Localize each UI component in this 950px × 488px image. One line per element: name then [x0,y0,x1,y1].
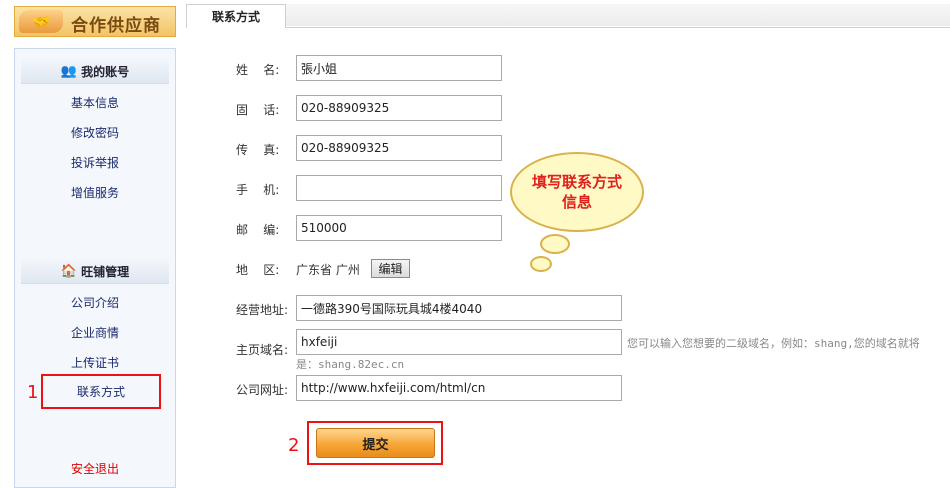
address-field[interactable] [296,295,622,321]
home-icon: 🏠 [60,263,78,279]
step-marker-2: 2 [288,435,300,456]
sidebar-item-contact[interactable]: 联系方式 [41,374,161,409]
sidebar-item-change-password[interactable]: 修改密码 [21,117,169,147]
name-field[interactable] [296,55,502,81]
sidebar-item-complaint[interactable]: 投诉举报 [21,147,169,177]
website-label: 公司网址: [236,383,289,397]
supplier-logo: 🤝 合作供应商 [14,6,176,37]
fax-label: 传 真: [236,143,280,157]
section-my-account: 👥 我的账号 [21,59,169,84]
tab-bar-fill [286,4,950,26]
phone-label: 固 话: [236,103,280,117]
tab-contact[interactable]: 联系方式 [186,4,286,28]
domain-label: 主页域名: [236,343,289,357]
callout-puff [540,234,570,254]
domain-hint-example: 是：shang.82ec.cn [296,358,405,371]
sidebar-item-upload-cert[interactable]: 上传证书 [21,347,169,377]
sidebar-item-basic-info[interactable]: 基本信息 [21,87,169,117]
handshake-icon: 🤝 [19,10,63,33]
fax-field[interactable] [296,135,502,161]
section-shop-management: 🏠 旺铺管理 [21,259,169,284]
domain-hint: 您可以输入您想要的二级域名，例如：shang,您的域名就将 [627,337,920,350]
zip-field[interactable] [296,215,502,241]
edit-region-button[interactable]: 编辑 [371,259,410,278]
logo-text: 合作供应商 [71,16,161,36]
region-value: 广东省 广州 [296,263,360,277]
step-marker-1: 1 [27,382,39,403]
sidebar-item-logout[interactable]: 安全退出 [21,453,169,483]
callout-cloud: 填写联系方式信息 [510,152,644,232]
name-label: 姓 名: [236,63,280,77]
callout-puff [530,256,552,272]
mobile-label: 手 机: [236,183,280,197]
region-label: 地 区: [236,263,280,277]
section-title: 我的账号 [81,64,130,79]
website-field[interactable] [296,375,622,401]
domain-field[interactable] [296,329,622,355]
sidebar-item-business-info[interactable]: 企业商情 [21,317,169,347]
users-icon: 👥 [60,63,78,79]
section-title: 旺铺管理 [81,264,130,279]
sidebar: 👥 我的账号 基本信息 修改密码 投诉举报 增值服务 🏠 旺铺管理 公司介绍 企… [14,48,176,488]
submit-button[interactable]: 提交 [316,428,435,458]
sidebar-item-value-added[interactable]: 增值服务 [21,177,169,207]
sidebar-item-company-intro[interactable]: 公司介绍 [21,287,169,317]
address-label: 经营地址: [236,303,289,317]
tab-bar: 联系方式 [186,0,950,28]
phone-field[interactable] [296,95,502,121]
mobile-field[interactable] [296,175,502,201]
zip-label: 邮 编: [236,223,280,237]
callout-text: 填写联系方式信息 [531,173,622,211]
